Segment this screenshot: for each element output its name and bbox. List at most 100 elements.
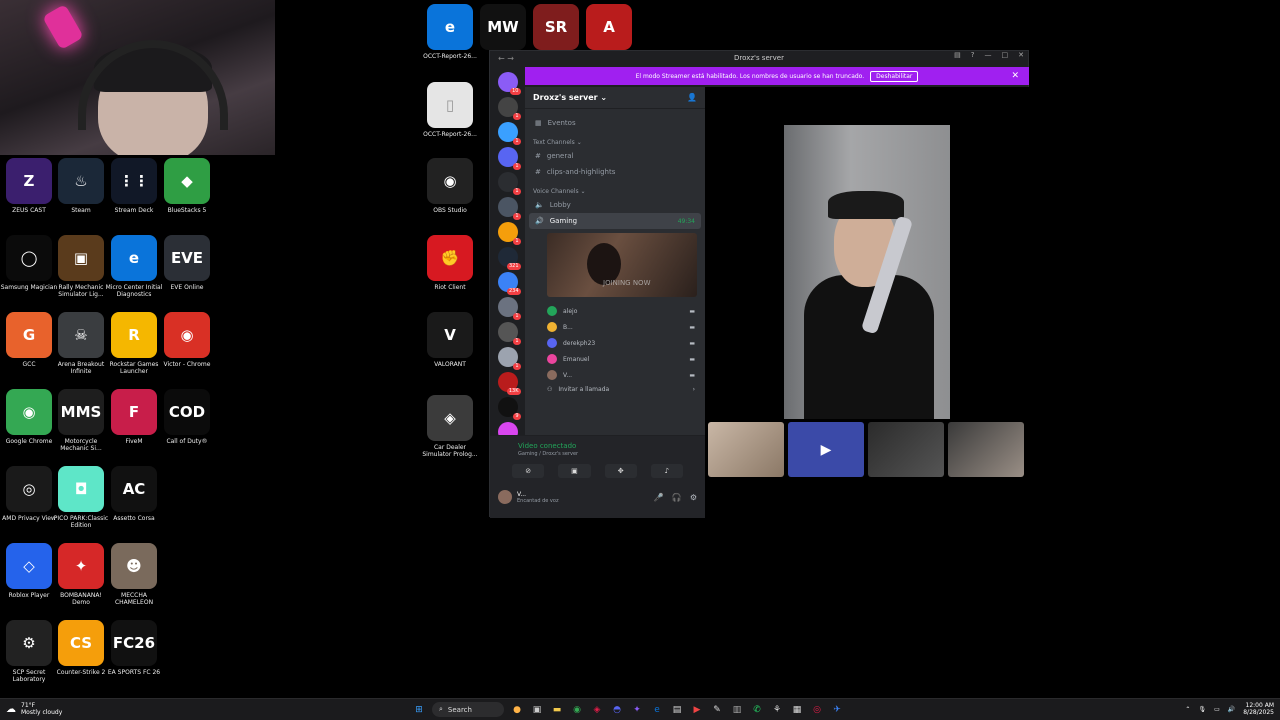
- voice-channel-lobby[interactable]: 🔈 Lobby: [525, 197, 705, 213]
- edge-icon[interactable]: e: [650, 703, 664, 717]
- app-icon[interactable]: ▦: [790, 703, 804, 717]
- disable-streamer-button[interactable]: Deshabilitar: [870, 70, 919, 82]
- desktop-icon[interactable]: e OCCT-Report-26...: [421, 4, 479, 60]
- voice-user[interactable]: Emanuel ▬: [525, 351, 705, 367]
- desktop-icon[interactable]: COD Call of Duty®: [158, 389, 216, 445]
- desktop-icon[interactable]: ◇ Roblox Player: [0, 543, 58, 599]
- avatar[interactable]: [498, 490, 512, 504]
- server-icon[interactable]: 10: [497, 72, 521, 95]
- help-icon[interactable]: ?: [971, 51, 975, 59]
- app-icon[interactable]: ▥: [730, 703, 744, 717]
- chrome-icon[interactable]: ◉: [570, 703, 584, 717]
- desktop-icon[interactable]: ⚙ SCP Secret Laboratory: [0, 620, 58, 683]
- minimize-button[interactable]: —: [985, 51, 992, 59]
- desktop-icon[interactable]: G GCC: [0, 312, 58, 368]
- soundboard-button[interactable]: ♪: [650, 464, 683, 478]
- desktop-icon[interactable]: ◘ PICO PARK:Classic Edition: [52, 466, 110, 529]
- main-video[interactable]: [784, 125, 950, 419]
- search-box[interactable]: ⌕ Search: [432, 702, 504, 717]
- server-header[interactable]: Droxz's server ⌄ 👤: [525, 87, 705, 109]
- mic-icon[interactable]: 🎤: [654, 493, 664, 502]
- desktop-icon[interactable]: ◉ OBS Studio: [421, 158, 479, 214]
- app-icon[interactable]: ✈: [830, 703, 844, 717]
- voice-status[interactable]: Video conectado: [490, 436, 705, 450]
- desktop-icon[interactable]: SR: [527, 4, 585, 53]
- inbox-icon[interactable]: ▤: [954, 51, 961, 59]
- task-view-icon[interactable]: ▣: [530, 703, 544, 717]
- voice-user[interactable]: derekph23 ▬: [525, 335, 705, 351]
- participant-tile[interactable]: [708, 422, 784, 477]
- desktop-icon[interactable]: Z ZEUS CAST: [0, 158, 58, 214]
- server-icon[interactable]: 1: [497, 322, 521, 345]
- desktop-icon[interactable]: ◉ Google Chrome: [0, 389, 58, 445]
- discord-icon[interactable]: ◓: [610, 703, 624, 717]
- server-icon[interactable]: 1: [497, 147, 521, 170]
- voice-channel-path[interactable]: Gaming / Droxz's server: [490, 450, 705, 458]
- widgets-icon[interactable]: ●: [510, 703, 524, 717]
- server-icon[interactable]: 1: [497, 297, 521, 320]
- server-icon[interactable]: 1: [497, 122, 521, 145]
- server-icon[interactable]: 9: [497, 397, 521, 420]
- desktop-icon[interactable]: ✦ BOMBANANA! Demo: [52, 543, 110, 606]
- desktop-icon[interactable]: A: [580, 4, 638, 53]
- desktop-icon[interactable]: ☠ Arena Breakout Infinite: [52, 312, 110, 375]
- clock[interactable]: 12:00 AM 8/28/2025: [1243, 702, 1274, 716]
- participant-tile[interactable]: [948, 422, 1024, 477]
- stream-preview[interactable]: JOINING NOW: [547, 233, 697, 297]
- desktop-icon[interactable]: CS Counter-Strike 2: [52, 620, 110, 676]
- app-icon[interactable]: ⚘: [770, 703, 784, 717]
- desktop-icon[interactable]: R Rockstar Games Launcher: [105, 312, 163, 375]
- app-icon[interactable]: ✎: [710, 703, 724, 717]
- maximize-button[interactable]: □: [1002, 51, 1009, 59]
- server-icon[interactable]: 1: [497, 222, 521, 245]
- back-arrow-icon[interactable]: ← →: [498, 54, 514, 63]
- events-item[interactable]: ▦ Eventos: [525, 115, 705, 131]
- desktop-icon[interactable]: e Micro Center Initial Diagnostics: [105, 235, 163, 298]
- desktop-icon[interactable]: FC26 EA SPORTS FC 26: [105, 620, 163, 676]
- desktop-icon[interactable]: ◉ Victor - Chrome: [158, 312, 216, 368]
- server-icon[interactable]: 321: [497, 247, 521, 270]
- youtube-icon[interactable]: ▶: [690, 703, 704, 717]
- server-icon[interactable]: 1: [497, 347, 521, 370]
- desktop-icon[interactable]: MW: [474, 4, 532, 53]
- participant-tile[interactable]: ▶: [788, 422, 864, 477]
- desktop-icon[interactable]: EVE EVE Online: [158, 235, 216, 291]
- desktop-icon[interactable]: ◆ BlueStacks 5: [158, 158, 216, 214]
- channel-general[interactable]: # general: [525, 148, 705, 164]
- volume-icon[interactable]: 🔊: [1228, 706, 1235, 713]
- notepad-icon[interactable]: ▤: [670, 703, 684, 717]
- server-icon[interactable]: 13K: [497, 372, 521, 395]
- desktop-icon[interactable]: ◈ Car Dealer Simulator Prolog...: [421, 395, 479, 458]
- server-icon[interactable]: 1: [497, 197, 521, 220]
- desktop-icon[interactable]: V VALORANT: [421, 312, 479, 368]
- desktop-icon[interactable]: ▯ OCCT-Report-26...: [421, 82, 479, 138]
- whatsapp-icon[interactable]: ✆: [750, 703, 764, 717]
- windows-start-icon[interactable]: ⊞: [412, 703, 426, 717]
- app-icon[interactable]: ◎: [810, 703, 824, 717]
- voice-user[interactable]: B... ▬: [525, 319, 705, 335]
- close-button[interactable]: ✕: [1018, 51, 1024, 59]
- text-category[interactable]: Text Channels ⌄: [525, 131, 705, 148]
- camera-off-button[interactable]: ⊘: [512, 464, 545, 478]
- file-explorer-icon[interactable]: ▬: [550, 703, 564, 717]
- desktop-icon[interactable]: ♨ Steam: [52, 158, 110, 214]
- weather-widget[interactable]: ☁ 71°F Mostly cloudy: [6, 702, 62, 716]
- desktop-icon[interactable]: AC Assetto Corsa: [105, 466, 163, 522]
- channel-clips[interactable]: # clips-and-highlights: [525, 164, 705, 180]
- close-banner-icon[interactable]: ✕: [1011, 71, 1019, 81]
- voice-user[interactable]: alejo ▬: [525, 303, 705, 319]
- desktop-icon[interactable]: ◎ AMD Privacy View: [0, 466, 58, 522]
- network-icon[interactable]: ▭: [1214, 706, 1220, 713]
- participant-tile[interactable]: [868, 422, 944, 477]
- desktop-icon[interactable]: ☻ MECCHA CHAMELEON: [105, 543, 163, 606]
- desktop-icon[interactable]: ◯ Samsung Magician: [0, 235, 58, 291]
- voice-user[interactable]: V... ▬: [525, 367, 705, 383]
- headphones-icon[interactable]: 🎧: [672, 493, 682, 502]
- desktop-icon[interactable]: F FiveM: [105, 389, 163, 445]
- chevron-up-icon[interactable]: ⌃: [1185, 706, 1190, 713]
- server-icon[interactable]: 1: [497, 97, 521, 120]
- voice-category[interactable]: Voice Channels ⌄: [525, 180, 705, 197]
- desktop-icon[interactable]: ▣ Rally Mechanic Simulator Lig...: [52, 235, 110, 298]
- desktop-icon[interactable]: ✊ Riot Client: [421, 235, 479, 291]
- desktop-icon[interactable]: ⋮⋮ Stream Deck: [105, 158, 163, 214]
